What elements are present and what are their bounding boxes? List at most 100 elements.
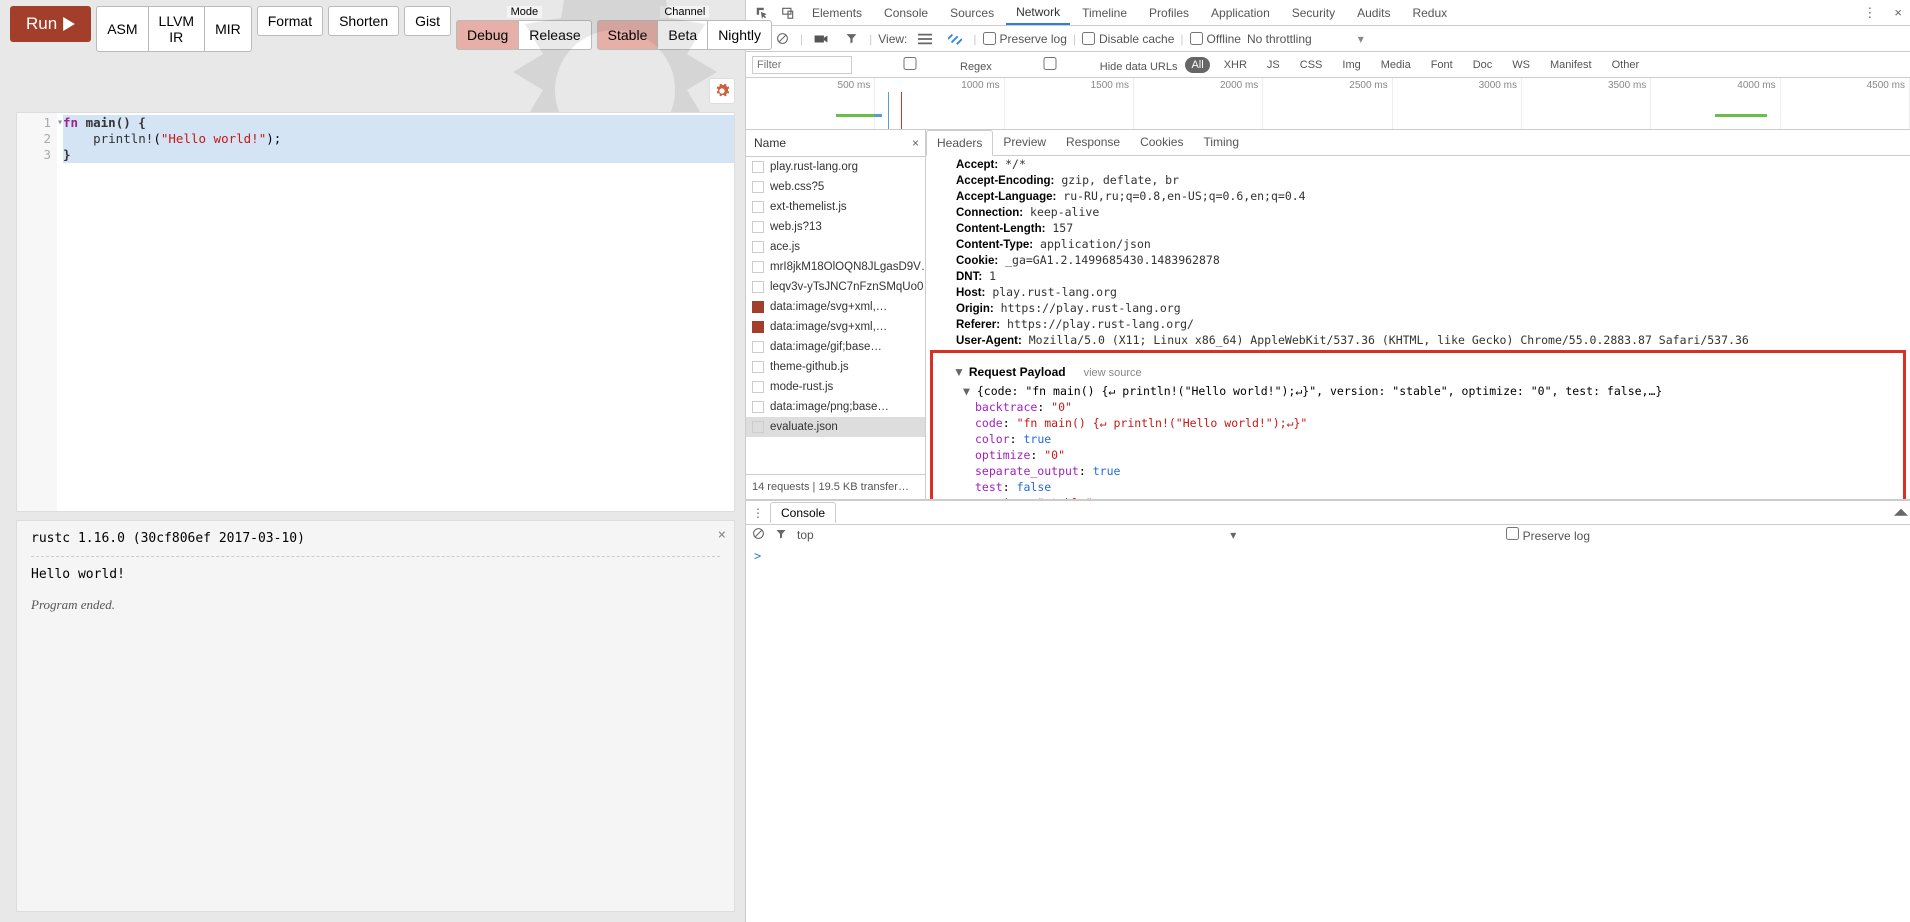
throttling-select[interactable]: No throttling [1247, 32, 1312, 46]
devtools-tab-profiles[interactable]: Profiles [1139, 2, 1199, 24]
request-item[interactable]: theme-github.js [746, 357, 925, 377]
filter-console-icon[interactable] [775, 528, 787, 543]
payload-line: backtrace: "0" [939, 399, 1897, 415]
request-item[interactable]: play.rust-lang.org [746, 157, 925, 177]
filter-type-manifest[interactable]: Manifest [1544, 57, 1598, 73]
beta-button[interactable]: Beta [657, 20, 708, 50]
filter-type-font[interactable]: Font [1425, 57, 1459, 73]
code-editor[interactable]: 1 2 3 ▾ fn main() { println!("Hello worl… [16, 112, 735, 512]
filter-type-ws[interactable]: WS [1506, 57, 1536, 73]
list-view-icon[interactable] [913, 27, 937, 51]
request-item[interactable]: ext-themelist.js [746, 197, 925, 217]
request-item[interactable]: evaluate.json [746, 417, 925, 437]
clear-icon[interactable] [770, 27, 794, 51]
format-button[interactable]: Format [257, 6, 323, 36]
detail-tab-headers[interactable]: Headers [926, 130, 993, 156]
devtools-tab-network[interactable]: Network [1006, 1, 1070, 25]
filter-type-css[interactable]: CSS [1294, 57, 1329, 73]
clear-console-icon[interactable] [752, 527, 765, 543]
detail-panel: HeadersPreviewResponseCookiesTiming Acce… [926, 130, 1910, 499]
filter-type-js[interactable]: JS [1261, 57, 1286, 73]
disable-cache-checkbox[interactable]: Disable cache [1082, 32, 1174, 46]
release-button[interactable]: Release [518, 20, 591, 50]
nightly-button[interactable]: Nightly [707, 20, 772, 50]
devtools-tab-timeline[interactable]: Timeline [1072, 2, 1137, 24]
detail-tab-timing[interactable]: Timing [1193, 130, 1249, 155]
filter-icon[interactable] [839, 27, 863, 51]
mir-button[interactable]: MIR [204, 6, 252, 52]
code-area[interactable]: fn main() { println!("Hello world!"); } [63, 113, 734, 511]
request-item[interactable]: mrI8jkM18OlOQN8JLgasD9V… [746, 257, 925, 277]
filter-type-other[interactable]: Other [1606, 57, 1646, 73]
request-item[interactable]: leqv3v-yTsJNC7nFznSMqUo0… [746, 277, 925, 297]
header-line: Host: play.rust-lang.org [926, 284, 1910, 300]
settings-button[interactable] [709, 78, 735, 104]
header-line: User-Agent: Mozilla/5.0 (X11; Linux x86_… [926, 332, 1910, 348]
regex-checkbox[interactable]: Regex [860, 57, 992, 73]
detail-tab-preview[interactable]: Preview [993, 130, 1056, 155]
filter-type-img[interactable]: Img [1336, 57, 1366, 73]
camera-icon[interactable] [809, 27, 833, 51]
file-icon [752, 221, 764, 233]
detail-tab-response[interactable]: Response [1056, 130, 1130, 155]
close-devtools-icon[interactable]: × [1886, 5, 1910, 20]
more-icon[interactable]: ⋮ [1855, 5, 1884, 21]
close-output-button[interactable]: × [718, 527, 726, 543]
console-preserve-checkbox[interactable]: Preserve log [1506, 527, 1590, 543]
console-panel: ⋮ Console top ▾ Preserve log [746, 500, 1910, 545]
payload-line: separate_output: true [939, 463, 1897, 479]
filter-input[interactable] [752, 56, 852, 74]
file-icon [752, 161, 764, 173]
request-item[interactable]: ace.js [746, 237, 925, 257]
header-line: Accept-Encoding: gzip, deflate, br [926, 172, 1910, 188]
chevron-down-icon[interactable]: ▾ [1358, 32, 1364, 46]
preserve-log-checkbox[interactable]: Preserve log [983, 32, 1067, 46]
offline-checkbox[interactable]: Offline [1190, 32, 1241, 46]
devtools-tab-redux[interactable]: Redux [1402, 2, 1457, 24]
devtools-tab-audits[interactable]: Audits [1347, 2, 1400, 24]
device-icon[interactable] [776, 1, 800, 25]
request-item[interactable]: web.js?13 [746, 217, 925, 237]
debug-button[interactable]: Debug [456, 20, 519, 50]
frame-view-icon[interactable] [943, 27, 967, 51]
devtools-tab-security[interactable]: Security [1282, 2, 1345, 24]
filter-type-xhr[interactable]: XHR [1218, 57, 1253, 73]
header-line: Cookie: _ga=GA1.2.1499685430.1483962878 [926, 252, 1910, 268]
stable-button[interactable]: Stable [597, 20, 659, 50]
console-tab[interactable]: Console [770, 502, 836, 523]
gist-button[interactable]: Gist [404, 6, 451, 36]
timeline[interactable]: 500 ms1000 ms1500 ms2000 ms2500 ms3000 m… [746, 78, 1910, 130]
devtools-tab-console[interactable]: Console [874, 2, 938, 24]
devtools-tab-sources[interactable]: Sources [940, 2, 1004, 24]
file-icon [752, 241, 764, 253]
console-prompt[interactable]: > [746, 545, 1910, 922]
devtools-tab-application[interactable]: Application [1201, 2, 1280, 24]
request-item[interactable]: web.css?5 [746, 177, 925, 197]
program-output: Hello world! [31, 567, 720, 582]
request-item[interactable]: data:image/svg+xml,… [746, 317, 925, 337]
filter-type-doc[interactable]: Doc [1467, 57, 1499, 73]
request-item[interactable]: data:image/png;base… [746, 397, 925, 417]
asm-button[interactable]: ASM [96, 6, 148, 52]
close-icon[interactable]: × [912, 136, 919, 150]
devtools-tab-elements[interactable]: Elements [802, 2, 872, 24]
hide-data-urls-checkbox[interactable]: Hide data URLs [1000, 57, 1178, 73]
run-button[interactable]: Run [10, 6, 91, 42]
console-menu-icon[interactable]: ⋮ [752, 506, 764, 520]
header-line: Accept-Language: ru-RU,ru;q=0.8,en-US;q=… [926, 188, 1910, 204]
filter-type-media[interactable]: Media [1375, 57, 1417, 73]
llvm-button[interactable]: LLVM IR [148, 6, 206, 52]
playground-toolbar: Run ASM LLVM IR MIR Format Shorten Gist … [0, 0, 745, 54]
collapse-icon[interactable] [1894, 506, 1908, 520]
request-item[interactable]: mode-rust.js [746, 377, 925, 397]
console-context[interactable]: top [797, 528, 814, 542]
detail-tab-cookies[interactable]: Cookies [1130, 130, 1193, 155]
request-item[interactable]: data:image/svg+xml,… [746, 297, 925, 317]
filter-type-all[interactable]: All [1185, 57, 1209, 73]
file-icon [752, 201, 764, 213]
devtools-tabs: ElementsConsoleSourcesNetworkTimelinePro… [746, 0, 1910, 26]
payload-title[interactable]: ▼Request Payloadview source [939, 359, 1897, 383]
request-item[interactable]: data:image/gif;base… [746, 337, 925, 357]
devtools-pane: ElementsConsoleSourcesNetworkTimelinePro… [745, 0, 1910, 922]
shorten-button[interactable]: Shorten [328, 6, 399, 36]
